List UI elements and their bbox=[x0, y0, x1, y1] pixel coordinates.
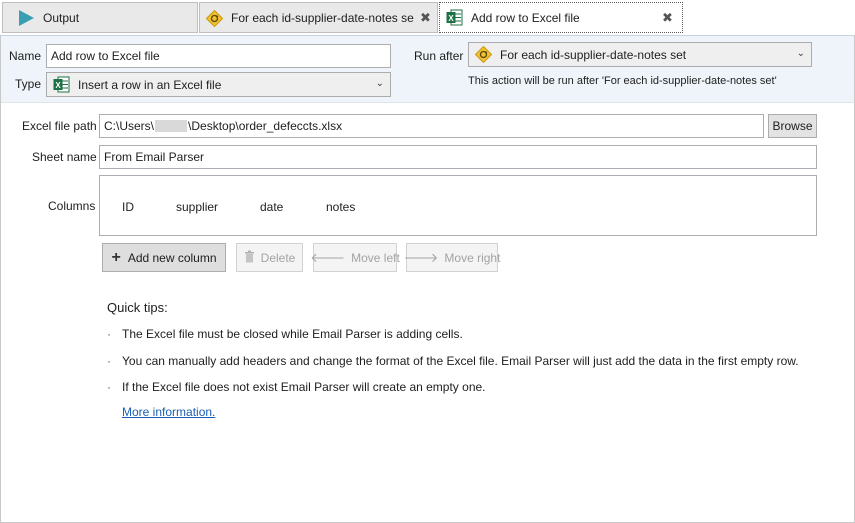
sheet-name-label: Sheet name bbox=[32, 150, 97, 164]
browse-button[interactable]: Browse bbox=[768, 114, 817, 138]
tip-text: You can manually add headers and change … bbox=[122, 354, 799, 368]
add-column-label: Add new column bbox=[127, 250, 217, 265]
name-input[interactable]: Add row to Excel file bbox=[46, 44, 391, 68]
column-header[interactable]: notes bbox=[326, 200, 355, 214]
run-after-label: Run after bbox=[414, 49, 464, 63]
tip-item: · You can manually add headers and change… bbox=[107, 354, 799, 368]
run-after-select-value: For each id-supplier-date-notes set bbox=[500, 47, 687, 62]
type-select-value: Insert a row in an Excel file bbox=[78, 77, 222, 92]
tip-bullet: · bbox=[107, 354, 111, 368]
quick-tips-title: Quick tips: bbox=[107, 300, 168, 315]
tab-output[interactable]: Output bbox=[2, 2, 198, 33]
close-icon[interactable]: ✖ bbox=[420, 10, 431, 26]
excel-icon: X bbox=[446, 9, 463, 29]
tab-output-label: Output bbox=[43, 10, 80, 25]
play-icon bbox=[17, 9, 35, 30]
plus-icon: + bbox=[111, 248, 121, 266]
excel-path-suffix: \Desktop\order_defeccts.xlsx bbox=[188, 119, 343, 133]
more-information-link[interactable]: More information. bbox=[122, 405, 215, 419]
column-header[interactable]: ID bbox=[122, 200, 134, 214]
tip-bullet: · bbox=[107, 327, 111, 341]
arrow-left-icon: 🡐 bbox=[310, 249, 346, 265]
tab-for-each[interactable]: For each id-supplier-date-notes se ✖ bbox=[199, 2, 438, 33]
tab-add-row[interactable]: X Add row to Excel file ✖ bbox=[439, 2, 683, 33]
tip-text: The Excel file must be closed while Emai… bbox=[122, 327, 463, 341]
run-after-note: This action will be run after 'For each … bbox=[468, 75, 777, 87]
tip-item: · The Excel file must be closed while Ema… bbox=[107, 327, 463, 341]
columns-label: Columns bbox=[48, 199, 96, 213]
excel-path-input[interactable]: C:\Users\ \Desktop\order_defeccts.xlsx bbox=[99, 114, 764, 138]
close-icon[interactable]: ✖ bbox=[662, 10, 673, 26]
tip-item: · If the Excel file does not exist Email … bbox=[107, 380, 486, 394]
excel-icon: X bbox=[53, 76, 70, 93]
chevron-down-icon: ⌄ bbox=[375, 78, 384, 89]
move-left-label: Move left bbox=[351, 250, 400, 265]
add-column-button[interactable]: + Add new column bbox=[102, 243, 226, 272]
diamond-icon bbox=[474, 45, 493, 64]
run-after-select[interactable]: For each id-supplier-date-notes set ⌄ bbox=[468, 42, 812, 67]
diamond-icon bbox=[205, 9, 224, 30]
delete-label: Delete bbox=[260, 250, 296, 265]
move-right-button[interactable]: 🡒 Move right bbox=[403, 243, 501, 272]
tab-for-each-label: For each id-supplier-date-notes se bbox=[231, 10, 414, 25]
move-right-label: Move right bbox=[444, 250, 501, 265]
delete-button[interactable]: Delete bbox=[236, 243, 303, 272]
sheet-name-input[interactable]: From Email Parser bbox=[99, 145, 817, 169]
svg-text:X: X bbox=[448, 14, 454, 23]
move-left-button[interactable]: 🡐 Move left bbox=[310, 243, 400, 272]
type-select[interactable]: X Insert a row in an Excel file ⌄ bbox=[46, 72, 391, 97]
tab-strip: Output For each id-supplier-date-notes s… bbox=[0, 0, 855, 35]
columns-list[interactable]: ID supplier date notes bbox=[99, 175, 817, 236]
arrow-right-icon: 🡒 bbox=[403, 249, 439, 265]
tip-bullet: · bbox=[107, 380, 111, 394]
type-label: Type bbox=[15, 77, 42, 91]
name-label: Name bbox=[9, 49, 42, 63]
panel-frame bbox=[0, 35, 855, 523]
svg-text:X: X bbox=[55, 81, 61, 90]
excel-path-prefix: C:\Users\ bbox=[104, 119, 155, 133]
tab-add-row-label: Add row to Excel file bbox=[471, 10, 580, 25]
column-header[interactable]: supplier bbox=[176, 200, 218, 214]
excel-path-label: Excel file path bbox=[22, 119, 97, 133]
chevron-down-icon: ⌄ bbox=[796, 48, 805, 59]
redacted-username bbox=[155, 120, 188, 132]
tip-text: If the Excel file does not exist Email P… bbox=[122, 380, 486, 394]
column-header[interactable]: date bbox=[260, 200, 283, 214]
trash-icon bbox=[244, 250, 255, 266]
